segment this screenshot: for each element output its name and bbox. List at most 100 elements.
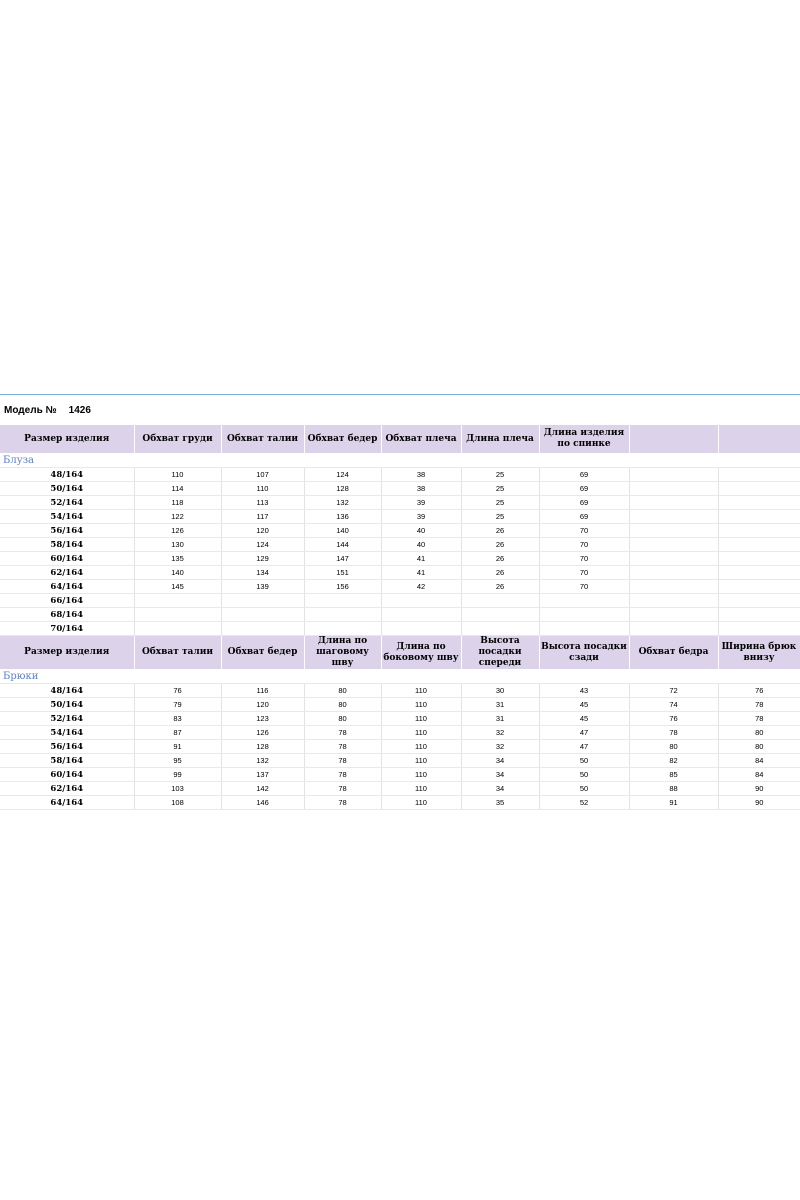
measurement-cell: 151	[304, 565, 382, 580]
measurement-cell: 34	[461, 781, 540, 796]
measurement-cell: 26	[461, 551, 540, 566]
measurement-cell: 83	[134, 711, 222, 726]
column-header: Обхват талии	[221, 425, 305, 454]
size-cell: 54/164	[0, 725, 135, 740]
model-label: Модель №	[4, 405, 57, 416]
measurement-cell: 69	[539, 495, 630, 510]
measurement-cell: 80	[304, 683, 382, 698]
measurement-cell: 117	[221, 509, 305, 524]
table-row: 58/164 95 132 78 110 34 50 82 84	[0, 753, 800, 768]
measurement-cell: 144	[304, 537, 382, 552]
measurement-cell: 79	[134, 697, 222, 712]
table-row: 54/164 122 117 136 39 25 69	[0, 509, 800, 524]
trousers-section-row: Брюки	[0, 669, 800, 684]
measurement-cell: 41	[381, 565, 462, 580]
table-row: 64/164 145 139 156 42 26 70	[0, 579, 800, 594]
column-header: Обхват бедра	[629, 636, 719, 670]
table-row: 62/164 140 134 151 41 26 70	[0, 565, 800, 580]
measurement-cell: 74	[629, 697, 719, 712]
measurement-cell: 78	[304, 725, 382, 740]
column-header: Размер изделия	[0, 425, 135, 454]
measurement-cell: 76	[134, 683, 222, 698]
size-cell: 60/164	[0, 551, 135, 566]
blouse-header-row: Размер изделия Обхват груди Обхват талии Об…	[0, 425, 800, 454]
measurement-cell	[221, 593, 305, 608]
section-name: Блуза	[0, 453, 800, 468]
measurement-cell: 76	[718, 683, 800, 698]
measurement-cell: 32	[461, 725, 540, 740]
measurement-cell: 78	[718, 711, 800, 726]
measurement-cell	[629, 565, 719, 580]
measurement-cell	[221, 621, 305, 636]
measurement-cell: 39	[381, 495, 462, 510]
measurement-cell	[718, 537, 800, 552]
measurement-cell: 82	[629, 753, 719, 768]
size-cell: 58/164	[0, 537, 135, 552]
measurement-cell: 69	[539, 509, 630, 524]
measurement-cell: 91	[629, 795, 719, 810]
size-cell: 52/164	[0, 495, 135, 510]
table-row: 70/164	[0, 621, 800, 636]
measurement-cell	[718, 621, 800, 636]
measurement-cell: 25	[461, 467, 540, 482]
measurement-cell	[718, 565, 800, 580]
column-header: Высота посадки спереди	[461, 636, 540, 670]
measurement-cell: 95	[134, 753, 222, 768]
size-cell: 60/164	[0, 767, 135, 782]
column-header: Длина по боковому шву	[381, 636, 462, 670]
column-header: Обхват бедер	[221, 636, 305, 670]
measurement-cell: 41	[381, 551, 462, 566]
measurement-cell: 25	[461, 509, 540, 524]
measurement-cell: 38	[381, 481, 462, 496]
measurement-cell: 35	[461, 795, 540, 810]
measurement-cell: 136	[304, 509, 382, 524]
measurement-cell	[461, 593, 540, 608]
size-cell: 70/164	[0, 621, 135, 636]
measurement-cell: 90	[718, 795, 800, 810]
size-cell: 50/164	[0, 481, 135, 496]
measurement-cell: 139	[221, 579, 305, 594]
measurement-cell: 85	[629, 767, 719, 782]
table-row: 66/164	[0, 593, 800, 608]
table-row: 62/164 103 142 78 110 34 50 88 90	[0, 781, 800, 796]
measurement-cell: 38	[381, 467, 462, 482]
measurement-cell	[629, 495, 719, 510]
measurement-cell	[718, 579, 800, 594]
table-row: 52/164 83 123 80 110 31 45 76 78	[0, 711, 800, 726]
measurement-cell: 32	[461, 739, 540, 754]
measurement-cell: 108	[134, 795, 222, 810]
measurement-cell: 78	[629, 725, 719, 740]
column-header: Длина изделия по спинке	[539, 425, 630, 454]
measurement-cell: 78	[304, 795, 382, 810]
measurement-cell: 120	[221, 697, 305, 712]
model-number: 1426	[68, 405, 91, 416]
measurement-cell: 80	[718, 725, 800, 740]
measurement-cell: 78	[304, 767, 382, 782]
measurement-cell: 69	[539, 467, 630, 482]
measurement-cell	[629, 551, 719, 566]
table-row: 52/164 118 113 132 39 25 69	[0, 495, 800, 510]
measurement-cell	[718, 551, 800, 566]
table-row: 58/164 130 124 144 40 26 70	[0, 537, 800, 552]
column-header: Ширина брюк внизу	[718, 636, 800, 670]
measurement-cell: 110	[381, 711, 462, 726]
measurement-cell	[629, 481, 719, 496]
table-row: 60/164 99 137 78 110 34 50 85 84	[0, 767, 800, 782]
measurement-cell: 132	[221, 753, 305, 768]
measurement-cell: 110	[381, 739, 462, 754]
measurement-cell: 110	[381, 795, 462, 810]
measurement-cell: 110	[381, 781, 462, 796]
measurement-cell: 90	[718, 781, 800, 796]
measurement-cell: 84	[718, 767, 800, 782]
measurement-cell: 40	[381, 523, 462, 538]
measurement-cell	[718, 481, 800, 496]
measurement-cell: 132	[304, 495, 382, 510]
table-row: 50/164 79 120 80 110 31 45 74 78	[0, 697, 800, 712]
measurement-cell: 142	[221, 781, 305, 796]
measurement-cell: 146	[221, 795, 305, 810]
column-header: Обхват плеча	[381, 425, 462, 454]
measurement-cell: 70	[539, 523, 630, 538]
measurement-cell	[718, 607, 800, 622]
size-cell: 62/164	[0, 781, 135, 796]
table-row: 48/164 110 107 124 38 25 69	[0, 467, 800, 482]
